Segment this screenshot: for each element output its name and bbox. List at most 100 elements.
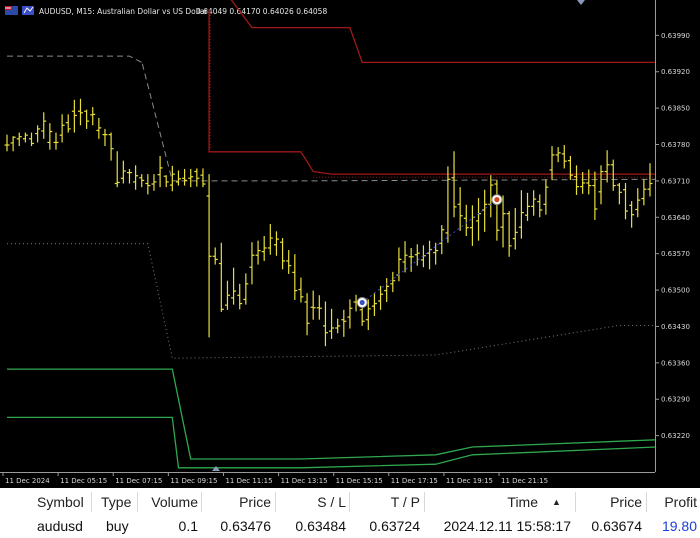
candle — [188, 168, 194, 188]
col-symbol[interactable]: Symbol — [37, 490, 84, 514]
position-open-price: 0.63476 — [220, 518, 271, 534]
candle — [494, 180, 500, 241]
candle-series — [4, 98, 653, 347]
scroll-marker-icon — [577, 0, 585, 5]
candle — [414, 244, 420, 266]
candle — [139, 174, 145, 188]
position-type: buy — [106, 518, 129, 534]
candle — [518, 190, 524, 239]
candle — [206, 174, 212, 338]
candle — [586, 169, 592, 195]
candle — [433, 242, 439, 265]
candle — [457, 187, 463, 231]
price-tick-label: 0.63360 — [661, 359, 690, 367]
ohlc-readout: 0.64049 0.64170 0.64026 0.64058 — [196, 7, 327, 16]
col-sl[interactable]: S / L — [276, 490, 346, 514]
candle — [114, 151, 120, 188]
position-row[interactable]: audusd buy 0.1 0.63476 0.63484 0.63724 2… — [0, 514, 700, 538]
candle — [567, 155, 573, 180]
candle — [610, 159, 616, 191]
candle — [445, 166, 451, 243]
candle — [96, 118, 102, 139]
candle — [329, 308, 335, 339]
candle — [102, 128, 108, 147]
positions-table: Symbol Type Volume Price S / L T / P Tim… — [0, 488, 700, 537]
exit-marker-icon — [491, 194, 503, 206]
candle — [120, 160, 126, 184]
price-tick-label: 0.63500 — [661, 287, 690, 295]
candle — [194, 168, 200, 187]
candle — [286, 250, 292, 274]
candle — [384, 278, 390, 303]
time-tick-label: 11 Dec 15:15 — [336, 477, 383, 485]
candle — [304, 293, 310, 336]
price-tick-label: 0.63780 — [661, 141, 690, 149]
price-chart[interactable]: AUDUSD, M15: Australian Dollar vs US Dol… — [0, 0, 700, 488]
candle — [108, 132, 114, 161]
price-tick-label: 0.63570 — [661, 250, 690, 258]
col-tp[interactable]: T / P — [350, 490, 420, 514]
sort-ascending-icon[interactable]: ▲ — [552, 490, 561, 514]
time-axis[interactable]: 11 Dec 2024 11 Dec 05:15 11 Dec 07:15 11 De… — [0, 472, 655, 485]
candle — [647, 163, 653, 197]
position-stop-loss: 0.63484 — [295, 518, 346, 534]
price-tick-label: 0.63640 — [661, 214, 690, 222]
time-tick-label: 11 Dec 05:15 — [60, 477, 107, 485]
price-tick-label: 0.63990 — [661, 32, 690, 40]
price-tick-label: 0.63290 — [661, 396, 690, 404]
time-tick-label: 11 Dec 09:15 — [170, 477, 217, 485]
candle — [84, 109, 90, 129]
candle — [77, 98, 83, 126]
lower-band-line — [7, 368, 657, 460]
chart-type-icon — [22, 6, 34, 15]
candle — [500, 195, 506, 248]
candle — [35, 125, 41, 143]
candle — [212, 247, 218, 265]
candle — [543, 179, 549, 215]
candle — [439, 225, 445, 255]
price-tick-label: 0.63430 — [661, 323, 690, 331]
candle — [371, 292, 377, 317]
candle — [322, 301, 328, 347]
dotted-level-line — [7, 243, 657, 359]
candle — [525, 192, 531, 221]
price-tick-label: 0.63850 — [661, 105, 690, 113]
chart-canvas[interactable]: AUDUSD, M15: Australian Dollar vs US Dol… — [0, 0, 700, 488]
candle — [41, 112, 47, 139]
col-time[interactable]: Time — [425, 490, 538, 514]
candle — [218, 242, 224, 312]
candle — [175, 170, 181, 186]
candle — [53, 132, 59, 150]
price-tick-label: 0.63220 — [661, 432, 690, 440]
candle — [335, 318, 341, 334]
candle — [451, 151, 457, 218]
candle — [408, 247, 414, 272]
candle — [243, 273, 249, 305]
candle — [126, 168, 132, 184]
candle — [224, 280, 230, 310]
col-price[interactable]: Price — [202, 490, 271, 514]
entry-marker-dot — [359, 299, 365, 306]
price-tick-label: 0.63710 — [661, 177, 690, 185]
col-volume[interactable]: Volume — [138, 490, 198, 514]
candle — [169, 165, 175, 192]
candle — [145, 174, 151, 195]
chart-title: AUDUSD, M15: Australian Dollar vs US Dol… — [39, 7, 209, 16]
candle — [310, 290, 316, 320]
col-current-price[interactable]: Price — [576, 490, 642, 514]
entry-marker-icon — [356, 297, 368, 309]
candle — [292, 254, 298, 300]
col-type[interactable]: Type — [101, 490, 131, 514]
col-profit[interactable]: Profit — [647, 490, 697, 514]
price-axis[interactable]: 0.63990 0.63920 0.63850 0.63780 0.63710 0.636… — [655, 0, 690, 472]
position-volume: 0.1 — [178, 518, 198, 534]
candle — [249, 242, 255, 285]
lower-band-inner-line — [7, 416, 657, 469]
candle — [641, 179, 647, 206]
candle — [59, 114, 65, 143]
candle — [347, 299, 353, 329]
candle — [90, 107, 96, 126]
time-tick-label: 11 Dec 13:15 — [281, 477, 328, 485]
candle — [10, 136, 16, 152]
candle — [512, 207, 518, 250]
